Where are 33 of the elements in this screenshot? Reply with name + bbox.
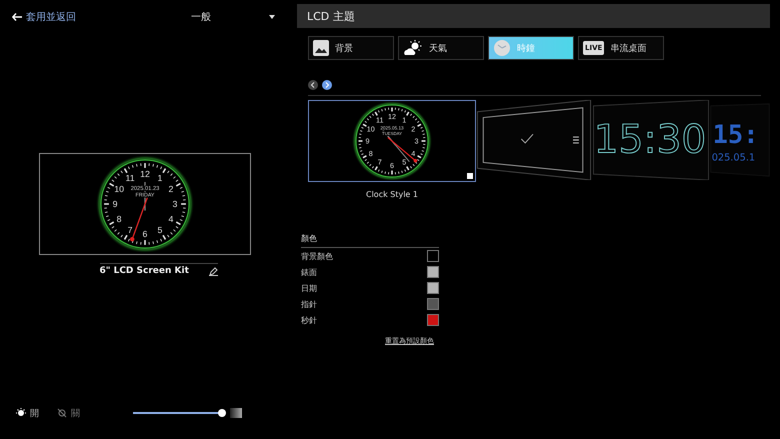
color-label: 日期 [301, 282, 317, 294]
previous-button[interactable] [308, 80, 318, 90]
light-toggle[interactable]: 開 [16, 406, 39, 420]
sun-cloud-icon [403, 40, 423, 56]
checkmark-icon [467, 173, 473, 179]
panel-title: LCD 主題 [297, 4, 770, 28]
picture-icon [313, 40, 329, 56]
back-arrow-icon [12, 13, 22, 21]
roman-clock-thumbnail[interactable] [476, 100, 592, 180]
color-swatch[interactable] [427, 298, 439, 310]
color-swatch[interactable] [427, 282, 439, 294]
digital-clock-thumbnail[interactable]: 15:30 [592, 100, 710, 180]
color-label: 背景顏色 [301, 250, 333, 262]
color-label: 指針 [301, 298, 317, 310]
section-title: 顏色 [301, 233, 439, 248]
device-name: 6" LCD Screen Kit [100, 266, 189, 276]
bulb-icon [16, 408, 26, 418]
clock-icon [493, 39, 511, 57]
bulb-off-icon [57, 408, 67, 418]
back-link[interactable]: 套用並返回 [12, 10, 76, 24]
color-swatch[interactable] [427, 314, 439, 326]
color-label: 錶面 [301, 266, 317, 278]
color-swatch[interactable] [427, 266, 439, 278]
theme-tab[interactable]: 背景 [308, 36, 394, 60]
mode-dropdown[interactable]: 一般 [191, 10, 275, 24]
next-button[interactable] [322, 80, 332, 90]
brightness-gradient-icon [230, 408, 242, 418]
color-swatch[interactable] [427, 250, 439, 262]
theme-tab[interactable]: 天氣 [398, 36, 484, 60]
style-caption: Clock Style 1 [366, 190, 418, 199]
edit-icon[interactable] [208, 266, 218, 276]
color-label: 秒針 [301, 314, 317, 326]
light-toggle[interactable]: 關 [57, 406, 80, 420]
